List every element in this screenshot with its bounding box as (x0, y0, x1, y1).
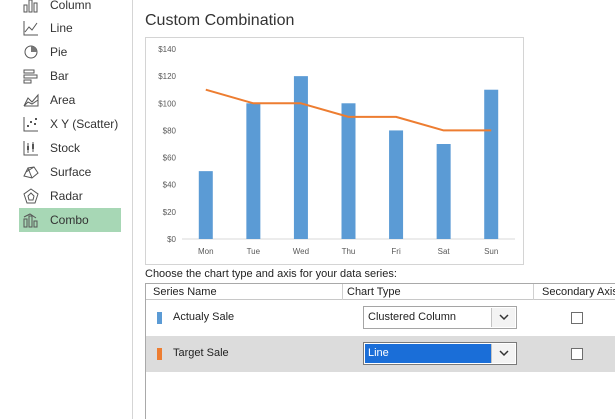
column-divider (342, 284, 343, 300)
pie-chart-icon (23, 44, 41, 60)
y-tick-label: $20 (163, 208, 177, 217)
chart-type-select[interactable]: Clustered Column (363, 306, 517, 329)
series-row-actualy-sale: Actualy Sale Clustered Column (146, 300, 615, 336)
x-tick-label: Mon (198, 247, 214, 256)
x-tick-label: Sun (484, 247, 498, 256)
bar-actualy-sale (246, 103, 261, 240)
sidebar-item-label: Column (50, 0, 92, 12)
chevron-down-icon (498, 350, 509, 357)
y-tick-label: $80 (163, 126, 177, 135)
dropdown-button[interactable] (491, 308, 515, 327)
x-tick-label: Sat (438, 247, 451, 256)
bar-chart-icon (23, 68, 41, 84)
sidebar-item-scatter[interactable]: X Y (Scatter) (19, 112, 121, 136)
bar-actualy-sale (293, 76, 308, 239)
column-divider (533, 284, 534, 300)
sidebar-item-bar[interactable]: Bar (19, 64, 121, 88)
secondary-axis-checkbox[interactable] (571, 348, 583, 360)
header-series-name: Series Name (153, 286, 217, 298)
series-grid: Series Name Chart Type Secondary Axis Ac… (145, 283, 615, 419)
series-name: Actualy Sale (173, 311, 235, 323)
change-chart-type-dialog: Column Line Pie Bar Area X Y (Scatter) S… (0, 0, 615, 419)
x-tick-label: Wed (293, 247, 309, 256)
stock-chart-icon (23, 140, 41, 156)
sidebar-item-label: Area (50, 93, 76, 107)
chart-type-value: Clustered Column (368, 311, 457, 323)
chevron-down-icon (498, 314, 509, 321)
bar-actualy-sale (389, 130, 404, 239)
header-chart-type: Chart Type (347, 286, 401, 298)
y-tick-label: $100 (158, 99, 176, 108)
secondary-axis-checkbox[interactable] (571, 312, 583, 324)
bar-actualy-sale (484, 89, 499, 239)
y-tick-label: $0 (167, 235, 176, 244)
series-color-swatch (157, 312, 162, 324)
x-tick-label: Tue (247, 247, 261, 256)
sidebar-item-line[interactable]: Line (19, 16, 121, 40)
chart-type-select[interactable]: Line (363, 342, 517, 365)
line-chart-icon (23, 20, 41, 36)
sidebar-item-column[interactable]: Column (19, 0, 121, 17)
sidebar-item-label: Line (50, 21, 73, 35)
x-tick-label: Fri (391, 247, 401, 256)
grid-header: Series Name Chart Type Secondary Axis (146, 284, 615, 300)
sidebar-item-pie[interactable]: Pie (19, 40, 121, 64)
chart-type-value: Line (365, 344, 491, 363)
bar-actualy-sale (341, 103, 356, 240)
sidebar-item-surface[interactable]: Surface (19, 160, 121, 184)
chart-type-list: Column Line Pie Bar Area X Y (Scatter) S… (0, 0, 133, 419)
sidebar-item-combo[interactable]: Combo (19, 208, 121, 232)
sidebar-item-label: Bar (50, 69, 69, 83)
scatter-chart-icon (23, 116, 41, 132)
series-color-swatch (157, 348, 162, 360)
sidebar-item-label: Radar (50, 189, 83, 203)
sidebar-item-stock[interactable]: Stock (19, 136, 121, 160)
column-chart-icon (23, 0, 41, 13)
sidebar-item-label: X Y (Scatter) (50, 117, 119, 131)
y-tick-label: $120 (158, 72, 176, 81)
bar-actualy-sale (198, 171, 213, 239)
series-name: Target Sale (173, 347, 229, 359)
series-prompt: Choose the chart type and axis for your … (145, 268, 397, 280)
bar-actualy-sale (436, 144, 451, 239)
chart-preview: $0 $20 $40 $60 $80 $100 $120 $140 Mon Tue Wed Thu Fr… (145, 37, 524, 265)
radar-chart-icon (23, 188, 41, 204)
sidebar-item-area[interactable]: Area (19, 88, 121, 112)
sidebar-item-radar[interactable]: Radar (19, 184, 121, 208)
sidebar-item-label: Combo (50, 213, 89, 227)
x-tick-label: Thu (342, 247, 356, 256)
combo-chart-icon (23, 212, 41, 228)
sidebar-item-label: Surface (50, 165, 92, 179)
series-row-target-sale: Target Sale Line (146, 336, 615, 372)
panel-title: Custom Combination (145, 12, 295, 29)
y-tick-label: $40 (163, 181, 177, 190)
y-tick-label: $60 (163, 154, 177, 163)
combo-chart: $0 $20 $40 $60 $80 $100 $120 $140 Mon Tue Wed Thu Fr… (158, 45, 515, 256)
sidebar-item-label: Pie (50, 45, 68, 59)
area-chart-icon (23, 92, 41, 108)
y-tick-label: $140 (158, 45, 176, 54)
dropdown-button[interactable] (491, 344, 515, 363)
sidebar-item-label: Stock (50, 141, 81, 155)
header-secondary-axis: Secondary Axis (542, 286, 615, 298)
surface-chart-icon (23, 164, 41, 180)
